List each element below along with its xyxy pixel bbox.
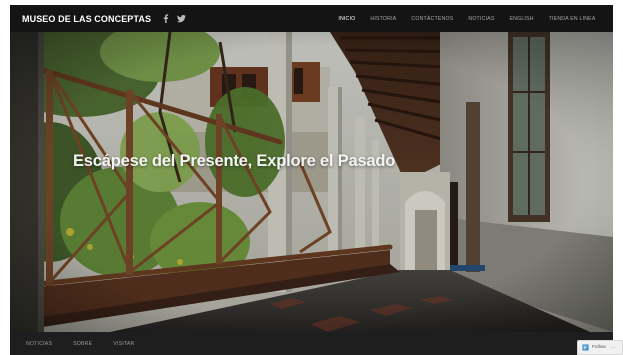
follow-button[interactable]: Follow ··· (577, 340, 623, 355)
footer-item-sobre[interactable]: SOBRE (71, 341, 101, 347)
nav-item-noticias[interactable]: NOTICIAS (461, 16, 502, 22)
facebook-glyph (163, 14, 169, 23)
site-header: MUSEO DE LAS CONCEPTAS INICIO HISTORIA C… (10, 5, 613, 32)
primary-nav: INICIO HISTORIA CONTÁCTENOS NOTICIAS ENG… (331, 5, 603, 32)
footer-item-visitar[interactable]: VISITAR (111, 341, 143, 347)
facebook-icon[interactable] (161, 14, 170, 23)
nav-item-tienda-en-linea[interactable]: TIENDA EN LINEA (541, 16, 603, 22)
site-frame: MUSEO DE LAS CONCEPTAS INICIO HISTORIA C… (10, 5, 613, 355)
site-footer: NOTICIAS SOBRE VISITAR (10, 332, 613, 355)
twitter-icon[interactable] (177, 14, 186, 23)
hero-photo-cloister (10, 32, 613, 332)
wordpress-follow-icon (582, 344, 589, 351)
twitter-glyph (177, 14, 186, 23)
hero-title: Escápese del Presente, Explore el Pasado (73, 152, 396, 170)
nav-item-english[interactable]: ENGLISH (502, 16, 541, 22)
footer-item-noticias[interactable]: NOTICIAS (24, 341, 61, 347)
follow-label: Follow (592, 345, 606, 350)
more-options-icon[interactable]: ··· (611, 345, 616, 351)
nav-item-contactenos[interactable]: CONTÁCTENOS (404, 16, 461, 22)
social-links (161, 14, 186, 23)
nav-item-inicio[interactable]: INICIO (331, 16, 363, 22)
footer-nav: NOTICIAS SOBRE VISITAR (24, 341, 153, 347)
nav-item-historia[interactable]: HISTORIA (363, 16, 404, 22)
hero-banner: Escápese del Presente, Explore el Pasado (10, 32, 613, 332)
site-title[interactable]: MUSEO DE LAS CONCEPTAS (22, 14, 151, 24)
